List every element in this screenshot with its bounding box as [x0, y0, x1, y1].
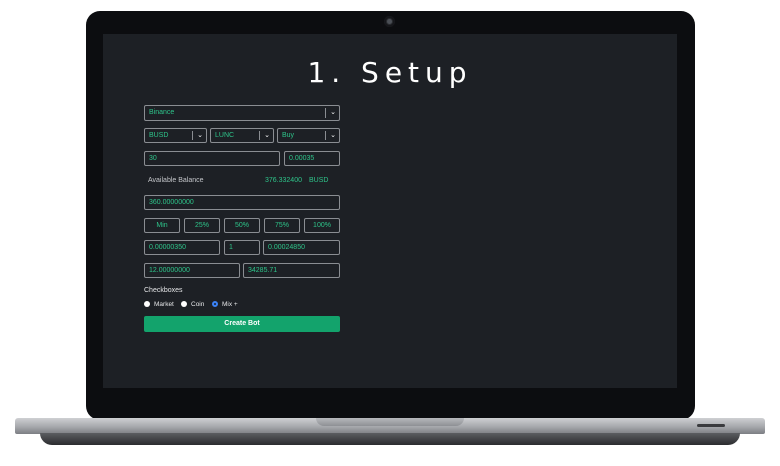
base-currency-select[interactable]: BUSD ⌄ — [144, 128, 207, 143]
balance-currency: BUSD — [309, 177, 329, 184]
quote-currency-select[interactable]: LUNC ⌄ — [210, 128, 274, 143]
option-mix[interactable]: Mix + — [212, 299, 238, 309]
row-a-field-3[interactable]: 0.00024850 — [263, 240, 340, 255]
row-b-field-1[interactable]: 12.00000000 — [144, 263, 240, 278]
radio-dot[interactable] — [144, 301, 150, 307]
laptop-base-bottom — [40, 433, 740, 445]
50-percent-button[interactable]: 50% — [224, 218, 260, 233]
side-value: Buy — [282, 132, 295, 139]
total-input[interactable]: 360.00000000 — [144, 195, 340, 210]
camera-icon — [384, 16, 395, 27]
price-input[interactable]: 0.00035 — [284, 151, 340, 166]
row-a-field-1[interactable]: 0.00000350 — [144, 240, 220, 255]
option-coin[interactable]: Coin — [181, 299, 204, 309]
exchange-select-value: Binance — [149, 109, 175, 116]
75-percent-button[interactable]: 75% — [264, 218, 300, 233]
quote-currency-value: LUNC — [215, 132, 235, 139]
option-market-label: Market — [154, 300, 174, 308]
option-coin-label: Coin — [191, 300, 205, 308]
chevron-down-icon: ⌄ — [330, 109, 336, 116]
create-bot-button[interactable]: Create Bot — [144, 316, 340, 332]
100-percent-button[interactable]: 100% — [304, 218, 340, 233]
side-select[interactable]: Buy ⌄ — [277, 128, 340, 143]
radio-dot-checked[interactable] — [212, 301, 218, 307]
min-button[interactable]: Min — [144, 218, 180, 233]
chevron-down-icon: ⌄ — [330, 132, 336, 139]
25-percent-button[interactable]: 25% — [184, 218, 220, 233]
row-b-field-2[interactable]: 34285.71 — [243, 263, 340, 278]
available-balance-value: 376.332400 — [265, 177, 302, 184]
laptop-notch — [316, 418, 464, 426]
page-title: 1. Setup — [307, 56, 473, 89]
checkboxes-label: Checkboxes — [144, 287, 183, 294]
exchange-select[interactable]: Binance ⌄ — [144, 105, 340, 121]
option-market[interactable]: Market — [144, 299, 174, 309]
laptop-port — [697, 424, 725, 427]
screen: 1. Setup Binance ⌄ BUSD ⌄ LUNC ⌄ Buy ⌄ 3… — [103, 34, 677, 388]
option-mix-label: Mix + — [222, 300, 238, 308]
base-currency-value: BUSD — [149, 132, 169, 139]
row-a-field-2[interactable]: 1 — [224, 240, 260, 255]
radio-dot[interactable] — [181, 301, 187, 307]
available-balance-label: Available Balance — [148, 177, 204, 184]
amount-input[interactable]: 30 — [144, 151, 280, 166]
chevron-down-icon: ⌄ — [264, 132, 270, 139]
chevron-down-icon: ⌄ — [197, 132, 203, 139]
